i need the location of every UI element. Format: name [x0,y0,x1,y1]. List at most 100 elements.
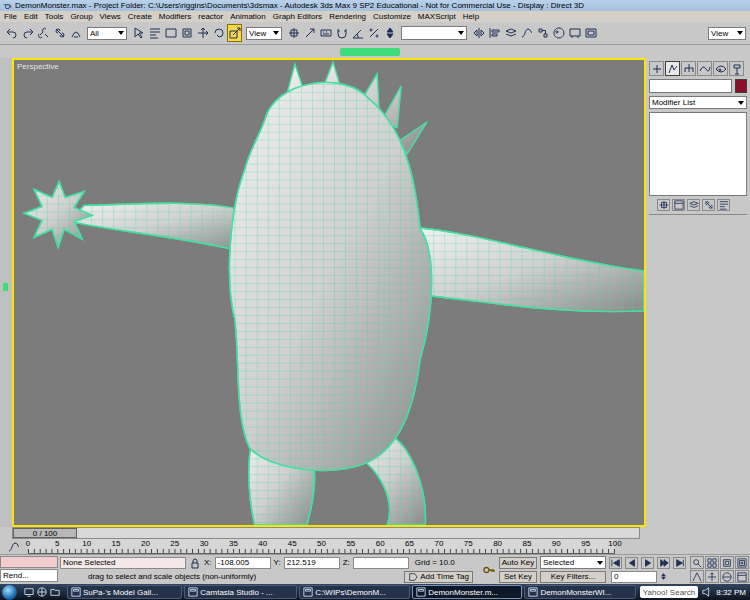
rotate-button[interactable] [211,24,226,42]
motion-tab[interactable] [697,61,712,76]
browser-icon[interactable] [37,587,47,597]
menu-item[interactable]: Customize [373,11,411,22]
material-button[interactable] [551,24,566,42]
link-button[interactable] [36,24,51,42]
select-button[interactable] [131,24,146,42]
go-start-button[interactable] [609,557,622,569]
move-button[interactable] [195,24,210,42]
maxscript-field[interactable]: Rend... [0,569,58,582]
task-button[interactable]: SuPa-'s Model Gall... [67,585,182,599]
maximize-button[interactable] [672,199,685,211]
auto-key-button[interactable]: Auto Key [499,557,537,569]
object-color-swatch[interactable] [735,79,747,93]
time-slider-track[interactable]: 0 / 100 [12,527,640,539]
rect-region-button[interactable] [163,24,178,42]
track-ruler[interactable]: 0510152025303540455055606570758085909510… [28,539,615,554]
snap-button[interactable] [334,24,349,42]
set-key-button[interactable]: Set Key [499,571,537,583]
key-filters-button[interactable]: Key Filters... [540,571,606,583]
menu-item[interactable]: reactor [198,11,223,22]
percent-snap-button[interactable] [366,24,381,42]
object-name-field[interactable] [649,79,732,93]
schematic-button[interactable] [535,24,550,42]
search-box[interactable]: Yahoo! Search [640,586,698,598]
task-button[interactable]: DemonMonster.m... [412,585,522,599]
key-icon[interactable] [483,564,495,576]
modifier-list-dropdown[interactable]: Modifier List [649,96,747,109]
pivot-button[interactable] [286,24,301,42]
field-of-view-button[interactable] [690,570,704,583]
task-button[interactable]: Camtasia Studio - ... [184,585,297,599]
menu-item[interactable]: Tools [45,11,64,22]
menu-item[interactable]: Modifiers [159,11,191,22]
mirror-button[interactable] [471,24,486,42]
orbit-button[interactable] [720,570,734,583]
select-name-button[interactable] [147,24,162,42]
menu-item[interactable]: File [4,11,17,22]
key-mode-dropdown[interactable]: Selected [540,556,606,569]
tab-panel-handle[interactable] [340,48,400,56]
zoom-all-button[interactable] [705,556,719,569]
prev-frame-button[interactable] [625,557,638,569]
speaker-icon[interactable] [702,587,712,597]
manipulate-button[interactable] [302,24,317,42]
display-tab[interactable] [713,61,728,76]
current-frame-field[interactable]: 0 [611,571,657,583]
spinner-snap-button[interactable] [382,24,397,42]
create-tab[interactable] [649,61,664,76]
menu-item[interactable]: MAXScript [418,11,456,22]
task-button[interactable]: DemonMonsterWI... [524,585,636,599]
named-selection-field[interactable] [401,26,467,40]
pivot-button[interactable] [657,199,670,211]
viewport-label[interactable]: Perspective [17,62,59,71]
add-time-tag-button[interactable]: Add Time Tag [404,571,473,583]
zoom-button[interactable] [690,556,704,569]
frame-spinner[interactable] [660,573,667,580]
folder-icon[interactable] [50,587,60,597]
render-view-dropdown[interactable]: View [708,27,746,40]
menu-item[interactable]: Edit [24,11,38,22]
redo-button[interactable] [20,24,35,42]
keyboard-button[interactable] [318,24,333,42]
play-button[interactable] [641,557,654,569]
render-setup-button[interactable] [567,24,582,42]
select-name-button[interactable] [717,199,730,211]
next-frame-button[interactable] [657,557,670,569]
perspective-viewport[interactable]: Perspective [12,58,646,527]
reference-coordinate-dropdown[interactable]: View [246,27,282,40]
selection-filter[interactable]: All [87,27,127,40]
scale-button[interactable] [227,24,242,42]
track-bar-menu[interactable] [0,539,28,554]
hierarchy-tab[interactable] [681,61,696,76]
render-frame-button[interactable] [583,24,598,42]
layer-button[interactable] [503,24,518,42]
window-crossing-button[interactable] [179,24,194,42]
task-button[interactable]: C:\WIPs\DemonM... [299,585,410,599]
menu-item[interactable]: Help [463,11,479,22]
menu-item[interactable]: Graph Editors [273,11,322,22]
utilities-tab[interactable] [729,61,744,76]
menu-item[interactable]: Rendering [329,11,366,22]
menu-item[interactable]: Views [100,11,121,22]
demon-monster-model[interactable] [14,60,644,525]
menu-item[interactable]: Group [70,11,92,22]
start-button[interactable] [2,585,17,600]
zoom-extents-all-button[interactable] [735,556,749,569]
undo-button[interactable] [4,24,19,42]
go-end-button[interactable] [673,557,686,569]
bind-button[interactable] [68,24,83,42]
modifier-stack[interactable] [649,112,747,196]
desktop-icon[interactable] [24,587,34,597]
curve-editor-button[interactable] [519,24,534,42]
maximize-button[interactable] [735,570,749,583]
menu-item[interactable]: Create [128,11,152,22]
unlink-button[interactable] [702,199,715,211]
maxscript-listener[interactable] [0,556,58,568]
zoom-extents-button[interactable] [720,556,734,569]
angle-snap-button[interactable] [350,24,365,42]
x-field[interactable]: -108.005 [215,557,271,569]
modify-tab[interactable] [665,61,680,76]
layer-button[interactable] [687,199,700,211]
menu-item[interactable]: Animation [230,11,266,22]
pan-button[interactable] [705,570,719,583]
